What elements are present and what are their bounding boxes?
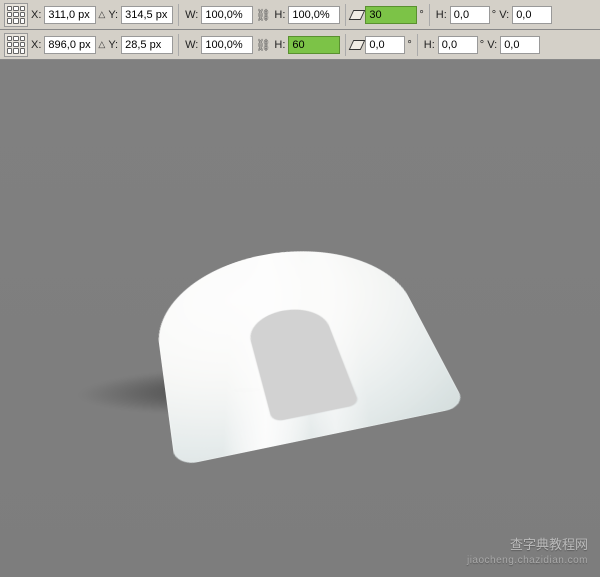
delta-icon: △	[98, 10, 105, 19]
skew-h-label: H:	[435, 9, 448, 21]
x-input[interactable]	[44, 36, 96, 54]
y-label: Y:	[107, 9, 119, 21]
transform-toolbar-1: X: △ Y: W: ⛓ H: ° H: ° V:	[0, 0, 600, 30]
link-icon[interactable]: ⛓	[255, 36, 271, 54]
degree-symbol: °	[492, 9, 496, 21]
separator	[178, 4, 179, 26]
w-input[interactable]	[201, 36, 253, 54]
h-input[interactable]	[288, 36, 340, 54]
skew-v-input[interactable]	[512, 6, 552, 24]
skew-v-label: V:	[498, 9, 510, 21]
separator	[345, 34, 346, 56]
y-label: Y:	[107, 39, 119, 51]
degree-symbol: °	[407, 39, 411, 51]
x-input[interactable]	[44, 6, 96, 24]
h-label: H:	[273, 39, 286, 51]
skew-h-input[interactable]	[450, 6, 490, 24]
skew-v-input[interactable]	[500, 36, 540, 54]
watermark: 查字典教程网 jiaocheng.chazidian.com	[467, 537, 588, 567]
w-label: W:	[184, 39, 199, 51]
delta-icon: △	[98, 40, 105, 49]
3d-letter-shape	[102, 134, 498, 530]
degree-symbol: °	[419, 9, 423, 21]
reference-point-selector[interactable]	[4, 3, 28, 27]
angle-icon	[349, 40, 366, 50]
x-label: X:	[30, 39, 42, 51]
w-label: W:	[184, 9, 199, 21]
x-label: X:	[30, 9, 42, 21]
separator	[429, 4, 430, 26]
h-label: H:	[273, 9, 286, 21]
link-icon[interactable]: ⛓	[255, 6, 271, 24]
canvas[interactable]: 查字典教程网 jiaocheng.chazidian.com	[0, 60, 600, 577]
skew-h-label: H:	[423, 39, 436, 51]
h-input[interactable]	[288, 6, 340, 24]
degree-symbol: °	[480, 39, 484, 51]
w-input[interactable]	[201, 6, 253, 24]
watermark-line1: 查字典教程网	[467, 537, 588, 554]
skew-v-label: V:	[486, 39, 498, 51]
angle-icon	[349, 10, 366, 20]
separator	[178, 34, 179, 56]
reference-point-selector[interactable]	[4, 33, 28, 57]
separator	[345, 4, 346, 26]
separator	[417, 34, 418, 56]
angle-input[interactable]	[365, 36, 405, 54]
y-input[interactable]	[121, 36, 173, 54]
y-input[interactable]	[121, 6, 173, 24]
transform-toolbar-2: X: △ Y: W: ⛓ H: ° H: ° V:	[0, 30, 600, 60]
skew-h-input[interactable]	[438, 36, 478, 54]
watermark-line2: jiaocheng.chazidian.com	[467, 554, 588, 567]
angle-input[interactable]	[365, 6, 417, 24]
